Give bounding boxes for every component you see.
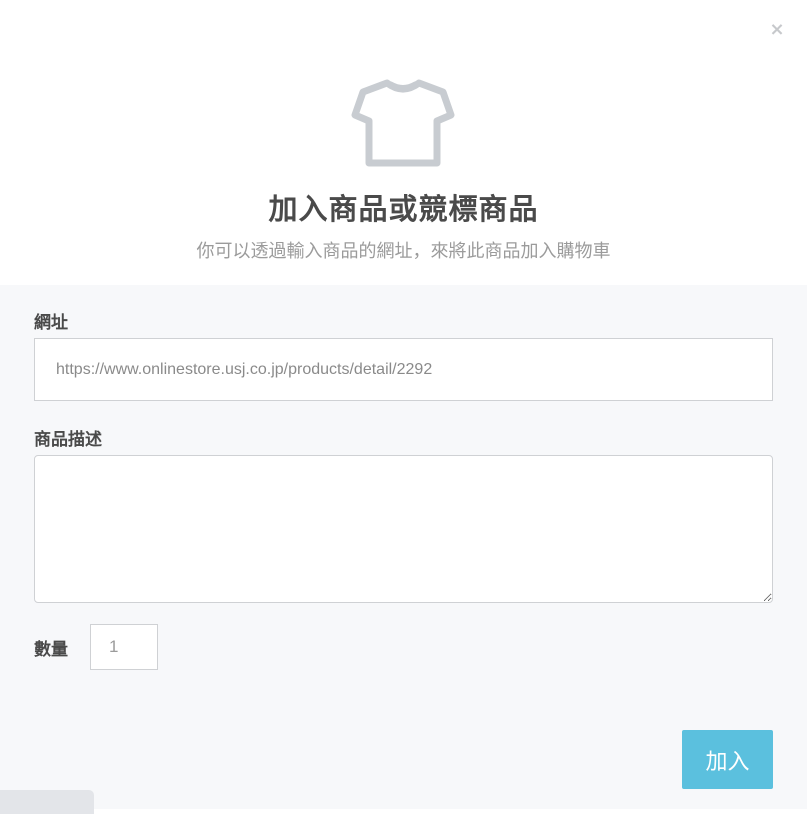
bottom-tab[interactable]: [0, 790, 94, 814]
url-input[interactable]: [34, 338, 773, 401]
quantity-label: 數量: [34, 640, 68, 660]
description-label: 商品描述: [34, 430, 102, 450]
t-shirt-icon: [351, 79, 455, 167]
quantity-input[interactable]: [90, 624, 158, 670]
close-icon[interactable]: ×: [767, 20, 787, 40]
url-label: 網址: [34, 313, 68, 333]
add-button[interactable]: 加入: [682, 730, 773, 789]
modal-header: 加入商品或競標商品 你可以透過輸入商品的網址，來將此商品加入購物車: [0, 0, 807, 285]
add-product-modal: × 加入商品或競標商品 你可以透過輸入商品的網址，來將此商品加入購物車 網址 商…: [0, 0, 807, 814]
description-textarea[interactable]: [34, 455, 773, 603]
modal-title: 加入商品或競標商品: [268, 192, 539, 226]
form-body: 網址 商品描述 數量 加入: [0, 285, 807, 809]
modal-subtitle: 你可以透過輸入商品的網址，來將此商品加入購物車: [196, 241, 611, 262]
